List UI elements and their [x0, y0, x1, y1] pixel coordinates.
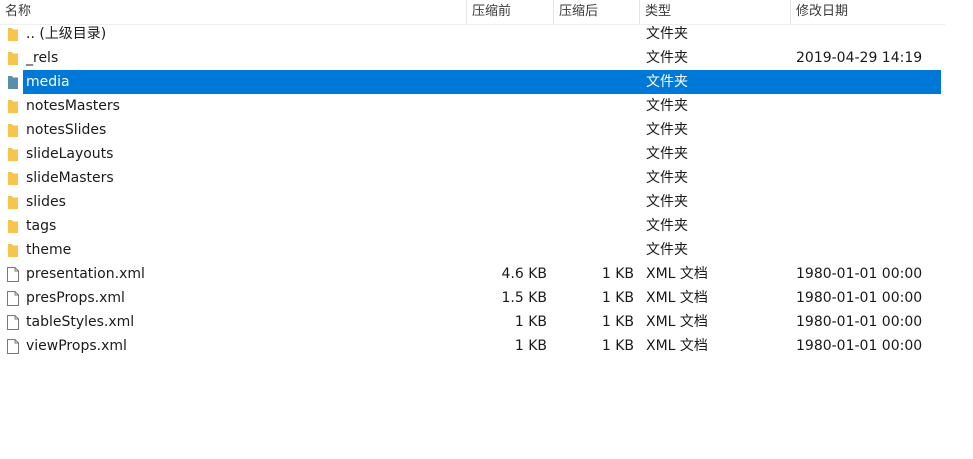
file-name: tags: [26, 218, 57, 234]
file-type: XML 文档: [646, 314, 708, 330]
file-name: theme: [26, 242, 72, 258]
folder-row[interactable]: theme 文件夹: [0, 238, 945, 262]
file-name: notesMasters: [26, 98, 120, 114]
compressed-size: [560, 22, 634, 46]
file-name: _rels: [26, 50, 59, 66]
folder-row[interactable]: notesSlides 文件夹: [0, 118, 945, 142]
file-type: 文件夹: [646, 218, 688, 234]
folder-icon: [7, 27, 19, 42]
folder-row[interactable]: media 文件夹: [0, 70, 945, 94]
file-icon: [7, 339, 19, 354]
column-header-type[interactable]: 类型: [639, 0, 790, 24]
original-size: [470, 166, 547, 190]
file-list: 名称 压缩前 压缩后 类型 修改日期 .. (上级目录) 文件夹 _rels 文件夹 2…: [0, 0, 973, 459]
file-name: slides: [26, 194, 66, 210]
column-header-original-size[interactable]: 压缩前: [466, 0, 554, 24]
file-name: .. (上级目录): [26, 26, 107, 42]
compressed-size: 1 KB: [601, 338, 634, 354]
folder-row[interactable]: slides 文件夹: [0, 190, 945, 214]
file-name: media: [26, 74, 70, 90]
file-type: 文件夹: [646, 74, 688, 90]
folder-row[interactable]: .. (上级目录) 文件夹: [0, 22, 945, 46]
folder-icon: [7, 195, 19, 210]
folder-row[interactable]: slideMasters 文件夹: [0, 166, 945, 190]
folder-icon: [7, 219, 19, 234]
folder-row[interactable]: _rels 文件夹 2019-04-29 14:19: [0, 46, 945, 70]
folder-row[interactable]: notesMasters 文件夹: [0, 94, 945, 118]
file-type: XML 文档: [646, 338, 708, 354]
file-type: XML 文档: [646, 266, 708, 282]
column-header-compressed-size[interactable]: 压缩后: [553, 0, 640, 24]
file-row[interactable]: presProps.xml 1.5 KB 1 KB XML 文档 1980-01-01 …: [0, 286, 945, 310]
folder-row[interactable]: slideLayouts 文件夹: [0, 142, 945, 166]
column-header-name[interactable]: 名称: [0, 0, 470, 24]
original-size: [470, 46, 547, 70]
folder-icon: [7, 171, 19, 186]
original-size: [470, 238, 547, 262]
original-size: [470, 214, 547, 238]
modified-date: 1980-01-01 00:00: [796, 290, 923, 306]
file-row[interactable]: viewProps.xml 1 KB 1 KB XML 文档 1980-01-01 00…: [0, 334, 945, 358]
folder-icon: [7, 75, 19, 90]
compressed-size: [560, 46, 634, 70]
file-type: 文件夹: [646, 50, 688, 66]
file-type: 文件夹: [646, 146, 688, 162]
original-size: [470, 142, 547, 166]
folder-icon: [7, 243, 19, 258]
compressed-size: [560, 190, 634, 214]
folder-icon: [7, 123, 19, 138]
file-row[interactable]: tableStyles.xml 1 KB 1 KB XML 文档 1980-01-01 …: [0, 310, 945, 334]
file-name: viewProps.xml: [26, 338, 127, 354]
folder-row[interactable]: tags 文件夹: [0, 214, 945, 238]
compressed-size: 1 KB: [601, 290, 634, 306]
modified-date: 1980-01-01 00:00: [796, 314, 923, 330]
file-type: 文件夹: [646, 122, 688, 138]
file-name: presProps.xml: [26, 290, 125, 306]
file-name: presentation.xml: [26, 266, 145, 282]
compressed-size: [560, 238, 634, 262]
file-icon: [7, 291, 19, 306]
original-size: [470, 118, 547, 142]
original-size: [470, 70, 547, 94]
file-type: 文件夹: [646, 98, 688, 114]
folder-icon: [7, 147, 19, 162]
file-icon: [7, 267, 19, 282]
original-size: 1.5 KB: [501, 290, 548, 306]
file-type: 文件夹: [646, 26, 688, 42]
compressed-size: [560, 166, 634, 190]
file-type: 文件夹: [646, 170, 688, 186]
file-row[interactable]: presentation.xml 4.6 KB 1 KB XML 文档 1980-01-…: [0, 262, 945, 286]
file-name: slideLayouts: [26, 146, 114, 162]
file-rows: .. (上级目录) 文件夹 _rels 文件夹 2019-04-29 14:19 medi…: [0, 22, 945, 358]
file-type: 文件夹: [646, 194, 688, 210]
original-size: [470, 94, 547, 118]
compressed-size: 1 KB: [601, 266, 634, 282]
modified-date: 1980-01-01 00:00: [796, 338, 923, 354]
file-name: tableStyles.xml: [26, 314, 135, 330]
folder-icon: [7, 51, 19, 66]
compressed-size: [560, 94, 634, 118]
modified-date: 2019-04-29 14:19: [796, 50, 923, 66]
file-icon: [7, 315, 19, 330]
original-size: 4.6 KB: [501, 266, 548, 282]
compressed-size: 1 KB: [601, 314, 634, 330]
file-type: XML 文档: [646, 290, 708, 306]
compressed-size: [560, 70, 634, 94]
original-size: 1 KB: [514, 314, 547, 330]
compressed-size: [560, 142, 634, 166]
modified-date: 1980-01-01 00:00: [796, 266, 923, 282]
column-header-modified[interactable]: 修改日期: [790, 0, 945, 24]
file-name: notesSlides: [26, 122, 107, 138]
original-size: [470, 190, 547, 214]
file-name: slideMasters: [26, 170, 114, 186]
original-size: [470, 22, 547, 46]
original-size: 1 KB: [514, 338, 547, 354]
file-type: 文件夹: [646, 242, 688, 258]
compressed-size: [560, 214, 634, 238]
folder-icon: [7, 99, 19, 114]
compressed-size: [560, 118, 634, 142]
